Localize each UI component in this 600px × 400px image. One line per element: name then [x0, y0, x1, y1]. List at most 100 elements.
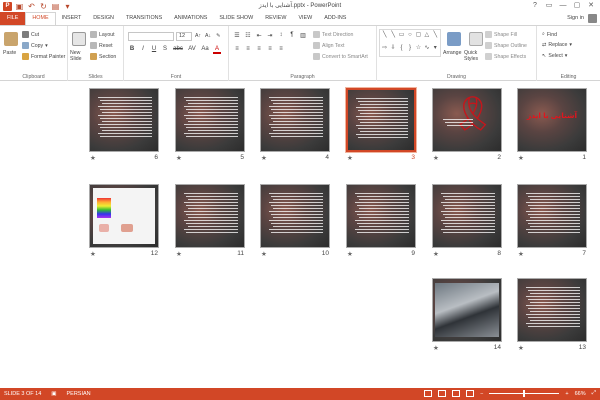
format-painter-button[interactable]: Format Painter [22, 53, 65, 60]
rtl-icon[interactable]: ¶ [288, 32, 296, 39]
underline-button[interactable]: U [150, 46, 158, 54]
convert-smartart-button[interactable]: Convert to SmartArt [313, 53, 368, 60]
zoom-slider[interactable] [489, 390, 560, 397]
slide-thumbnail-4[interactable]: ★ 4 [260, 88, 332, 162]
rectangle-shape-icon[interactable]: ▭ [398, 31, 405, 43]
tab-review[interactable]: REVIEW [259, 12, 292, 25]
transition-star-icon[interactable]: ★ [90, 250, 96, 258]
transition-star-icon[interactable]: ★ [347, 250, 353, 258]
slide-preview[interactable] [175, 184, 245, 248]
slide-thumbnail-1[interactable]: آشنایی با ایدز ★ 1 [517, 88, 589, 162]
slide-preview[interactable]: 🎗 [432, 88, 502, 152]
paste-button[interactable]: Paste [3, 50, 16, 56]
shrink-font-button[interactable]: A↓ [205, 33, 211, 39]
slide-thumbnail-8[interactable]: ★ 8 [432, 184, 504, 258]
rectangle-shape-icon[interactable]: ▢ [415, 31, 422, 43]
transition-star-icon[interactable]: ★ [518, 344, 524, 352]
tab-view[interactable]: VIEW [292, 12, 318, 25]
align-left-icon[interactable]: ≡ [233, 46, 241, 52]
copy-button[interactable]: Copy ▾ [22, 42, 48, 49]
zoom-slider-thumb[interactable] [523, 390, 526, 397]
tab-slide-show[interactable]: SLIDE SHOW [213, 12, 259, 25]
align-right-icon[interactable]: ≡ [255, 46, 263, 52]
line-shape-icon[interactable]: ╲ [432, 31, 439, 43]
new-slide-button[interactable]: New Slide [70, 50, 92, 62]
slide-thumbnail-9[interactable]: ★ 9 [346, 184, 418, 258]
replace-button[interactable]: ⇄ Replace ▾ [542, 42, 572, 48]
justify-icon[interactable]: ≡ [266, 46, 274, 52]
tab-file[interactable]: FILE [0, 12, 26, 25]
sign-in-link[interactable]: Sign in [567, 15, 584, 21]
fit-slide-icon[interactable]: ⤢ [592, 390, 596, 397]
select-button[interactable]: ↖ Select ▾ [542, 53, 567, 59]
change-case-button[interactable]: Aa [200, 46, 210, 54]
shape-fill-button[interactable]: Shape Fill [485, 31, 517, 38]
slide-preview[interactable] [517, 278, 587, 342]
find-button[interactable]: ⌕ Find [542, 31, 557, 38]
reading-view-icon[interactable] [452, 390, 461, 397]
tab-design[interactable]: DESIGN [87, 12, 120, 25]
character-spacing-button[interactable]: AV [187, 46, 197, 54]
line-shape-icon[interactable]: ╲ [389, 31, 396, 43]
slide-preview[interactable] [517, 184, 587, 248]
distributed-icon[interactable]: ≡ [277, 46, 285, 52]
minimize-button[interactable]: — [556, 0, 570, 11]
font-color-button[interactable]: A [213, 46, 221, 54]
slide-preview[interactable] [175, 88, 245, 152]
bold-button[interactable]: B [128, 46, 136, 54]
transition-star-icon[interactable]: ★ [90, 154, 96, 162]
tab-transitions[interactable]: TRANSITIONS [120, 12, 168, 25]
slide-thumbnail-10[interactable]: ★ 10 [260, 184, 332, 258]
more-shapes-icon[interactable]: ▾ [432, 44, 439, 56]
transition-star-icon[interactable]: ★ [261, 250, 267, 258]
slide-sorter-view-icon[interactable] [438, 390, 447, 397]
arrange-icon[interactable] [447, 32, 461, 46]
slide-preview[interactable] [432, 278, 502, 342]
line-shape-icon[interactable]: ╲ [381, 31, 388, 43]
slide-thumbnail-2[interactable]: 🎗 ★ 2 [432, 88, 504, 162]
ribbon-display-button[interactable]: ▭ [542, 0, 556, 11]
shadow-button[interactable]: S [161, 46, 169, 54]
layout-button[interactable]: Layout [90, 31, 115, 38]
slide-preview[interactable] [346, 184, 416, 248]
transition-star-icon[interactable]: ★ [433, 344, 439, 352]
strikethrough-button[interactable]: abc [172, 46, 184, 54]
close-button[interactable]: ✕ [584, 0, 598, 11]
italic-button[interactable]: I [139, 46, 147, 54]
transition-star-icon[interactable]: ★ [176, 250, 182, 258]
transition-star-icon[interactable]: ★ [518, 250, 524, 258]
shapes-gallery[interactable]: ╲ ╲ ▭ ○ ▢ △ ╲ ⇨ ⇩{} ☆ ∿ ▾ [379, 29, 441, 57]
increase-indent-icon[interactable]: ⇥ [266, 32, 274, 39]
tab-home[interactable]: HOME [25, 12, 56, 25]
transition-star-icon[interactable]: ★ [433, 154, 439, 162]
transition-star-icon[interactable]: ★ [518, 154, 524, 162]
tab-add-ins[interactable]: ADD-INS [318, 12, 352, 25]
transition-star-icon[interactable]: ★ [347, 154, 353, 162]
slide-preview[interactable] [260, 184, 330, 248]
slideshow-view-icon[interactable] [466, 390, 475, 397]
arrow-shape-icon[interactable]: ⇨ [381, 44, 388, 56]
text-direction-button[interactable]: Text Direction [313, 31, 353, 38]
slide-thumbnail-5[interactable]: ★ 5 [175, 88, 247, 162]
clear-formatting-icon[interactable]: ✎ [216, 33, 220, 39]
slide-thumbnail-13[interactable]: ★ 13 [517, 278, 589, 352]
section-button[interactable]: Section [90, 53, 116, 60]
shape-effects-button[interactable]: Shape Effects [485, 53, 526, 60]
slide-thumbnail-3[interactable]: ★ 3 [345, 87, 418, 162]
columns-icon[interactable]: ▥ [299, 32, 307, 39]
numbering-icon[interactable]: ☷ [244, 32, 252, 39]
normal-view-icon[interactable] [424, 390, 433, 397]
maximize-button[interactable]: ▢ [570, 0, 584, 11]
zoom-level[interactable]: 66% [575, 391, 586, 397]
slide-thumbnail-6[interactable]: ★ 6 [89, 88, 161, 162]
bullets-icon[interactable]: ☰ [233, 32, 241, 39]
slide-preview[interactable] [89, 184, 159, 248]
slide-preview[interactable] [432, 184, 502, 248]
quick-styles-button[interactable]: Quick Styles [464, 50, 486, 62]
shape-outline-button[interactable]: Shape Outline [485, 42, 527, 49]
slide-thumbnail-14[interactable]: ★ 14 [432, 278, 504, 352]
zoom-out-icon[interactable]: − [480, 391, 483, 397]
slide-thumbnail-12[interactable]: ★ 12 [89, 184, 161, 258]
triangle-shape-icon[interactable]: △ [423, 31, 430, 43]
font-name-box[interactable] [128, 32, 174, 41]
